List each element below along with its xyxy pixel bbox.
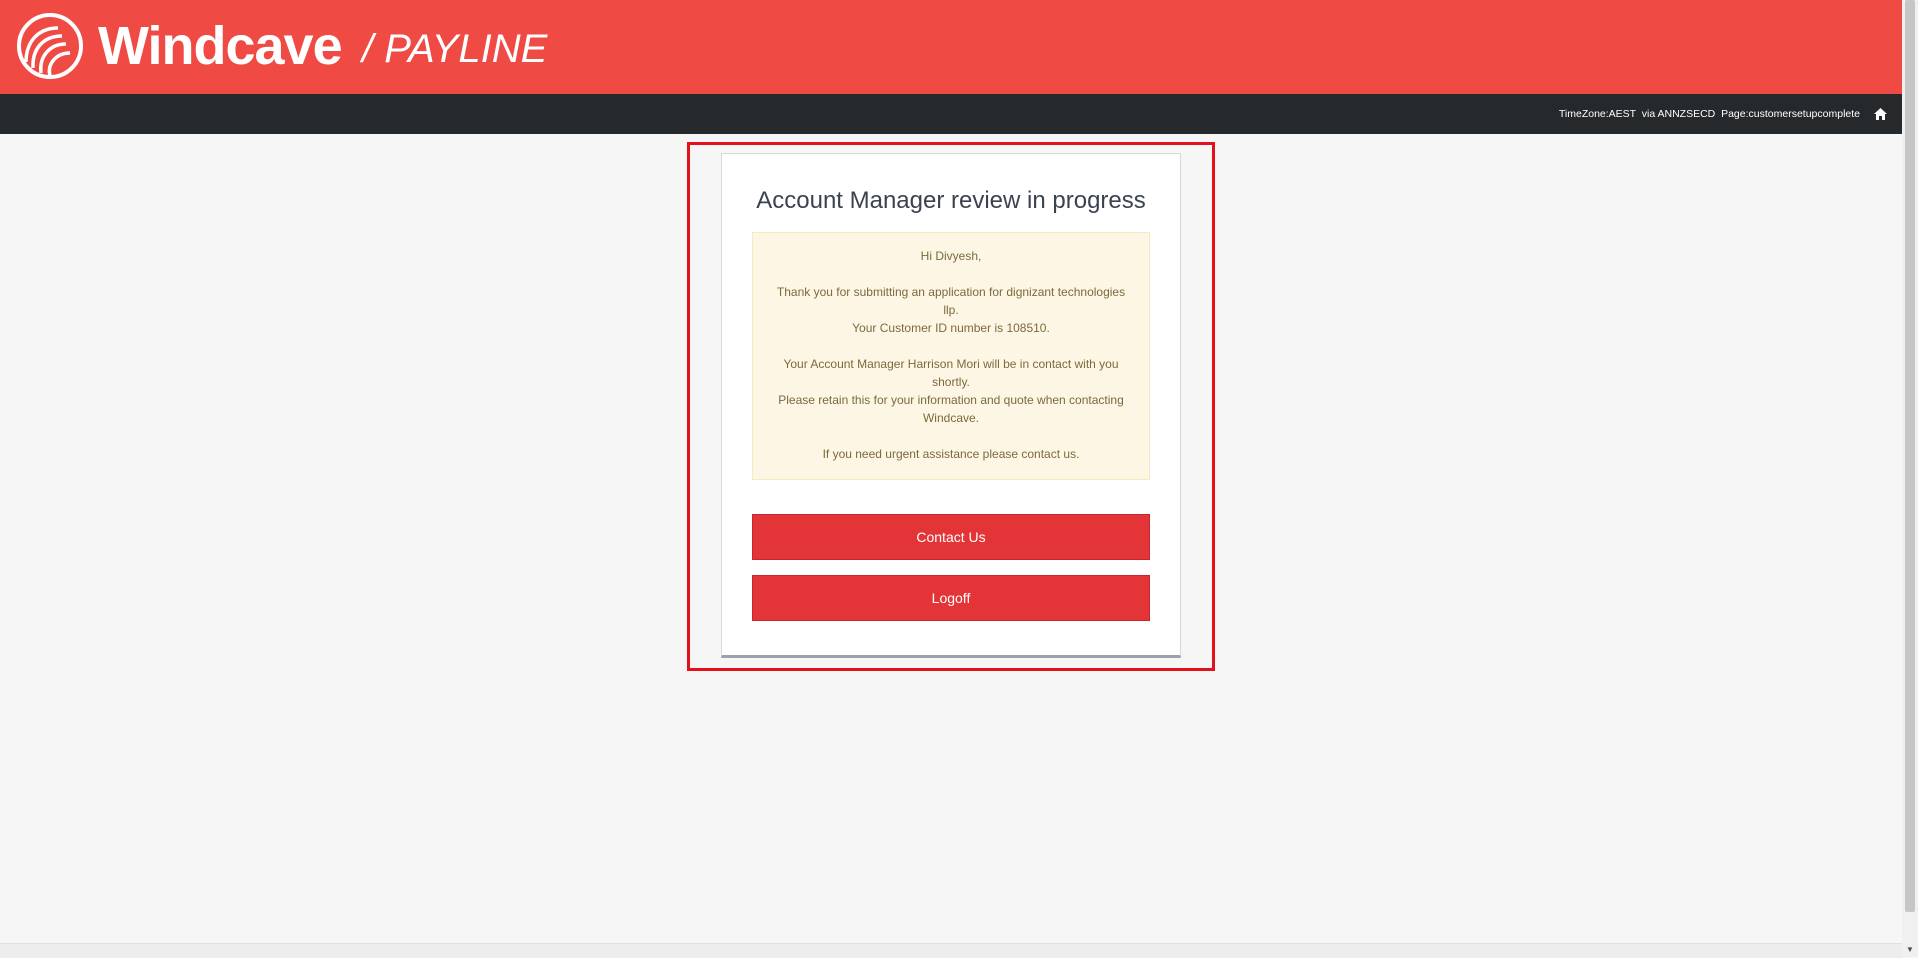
notice-line-retain: Please retain this for your information … xyxy=(778,393,1124,425)
notice-spacer xyxy=(773,337,1129,355)
notice-line-urgent: If you need urgent assistance please con… xyxy=(822,447,1080,461)
brand-name: Windcave xyxy=(98,16,343,76)
horizontal-scrollbar[interactable] xyxy=(0,943,1902,958)
page-title: Account Manager review in progress xyxy=(756,187,1146,214)
notice-spacer xyxy=(773,427,1129,445)
info-navbar: TimeZone:AEST via ANNZSECD Page:customer… xyxy=(0,94,1902,134)
home-icon[interactable] xyxy=(1873,107,1888,121)
notice-line-customer-id: Your Customer ID number is 108510. xyxy=(852,321,1050,335)
top-header: Windcave / PAYLINE xyxy=(0,0,1902,94)
notice-box: Hi Divyesh, Thank you for submitting an … xyxy=(752,232,1150,480)
contact-us-button[interactable]: Contact Us xyxy=(752,514,1150,560)
notice-spacer xyxy=(773,265,1129,283)
product-name: / PAYLINE xyxy=(362,27,548,71)
notice-line-account-manager: Your Account Manager Harrison Mori will … xyxy=(783,357,1119,389)
scroll-down-arrow-icon[interactable]: ▼ xyxy=(1902,943,1918,957)
vertical-scrollbar-thumb[interactable] xyxy=(1905,0,1915,912)
notice-line-application: Thank you for submitting an application … xyxy=(776,285,1126,317)
session-info: TimeZone:AEST via ANNZSECD Page:customer… xyxy=(1558,108,1860,120)
review-card: Account Manager review in progress Hi Di… xyxy=(721,153,1181,658)
windcave-logo-icon xyxy=(17,13,83,79)
logoff-button[interactable]: Logoff xyxy=(752,575,1150,621)
notice-greeting: Hi Divyesh, xyxy=(920,249,982,263)
